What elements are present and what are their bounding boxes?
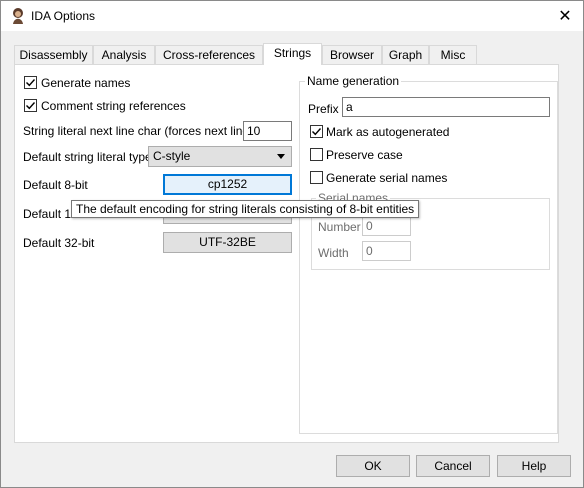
next-line-char-input[interactable]: 10 [243, 121, 292, 141]
generate-serial-names-label: Generate serial names [326, 171, 448, 185]
width-input[interactable]: 0 [362, 241, 411, 261]
cancel-button[interactable]: Cancel [416, 455, 490, 477]
close-icon[interactable]: ✕ [547, 1, 583, 31]
tab-browser[interactable]: Browser [322, 45, 382, 64]
default-8bit-encoding-button[interactable]: cp1252 [163, 174, 292, 195]
tab-graph[interactable]: Graph [382, 45, 429, 64]
next-line-char-label: String literal next line char (forces ne… [23, 124, 254, 138]
preserve-case-label: Preserve case [326, 148, 403, 162]
help-button[interactable]: Help [497, 455, 571, 477]
number-input[interactable]: 0 [362, 216, 411, 236]
generate-names-checkbox[interactable] [24, 76, 37, 89]
mark-autogenerated-checkbox[interactable] [310, 125, 323, 138]
ida-app-icon [9, 7, 27, 25]
width-label: Width [318, 246, 349, 260]
name-generation-title: Name generation [305, 74, 402, 88]
title-bar: IDA Options ✕ [1, 1, 583, 31]
tab-misc[interactable]: Misc [429, 45, 477, 64]
ok-button[interactable]: OK [336, 455, 410, 477]
comment-string-references-label: Comment string references [41, 99, 186, 113]
mark-autogenerated-label: Mark as autogenerated [326, 125, 450, 139]
default-32bit-encoding-button[interactable]: UTF-32BE [163, 232, 292, 253]
default-string-type-value: C-style [153, 149, 191, 163]
prefix-input[interactable]: a [342, 97, 550, 117]
comment-string-references-checkbox[interactable] [24, 99, 37, 112]
tab-strings[interactable]: Strings [263, 43, 322, 65]
ida-options-dialog: IDA Options ✕ Disassembly Analysis Cross… [0, 0, 584, 488]
tab-cross-references[interactable]: Cross-references [155, 45, 263, 64]
window-title: IDA Options [31, 9, 96, 23]
default-string-type-select[interactable]: C-style [148, 146, 292, 167]
preserve-case-checkbox[interactable] [310, 148, 323, 161]
chevron-down-icon [277, 154, 285, 159]
default-string-type-label: Default string literal type [23, 150, 152, 164]
generate-names-label: Generate names [41, 76, 131, 90]
default-8bit-label: Default 8-bit [23, 178, 88, 192]
encoding-tooltip: The default encoding for string literals… [71, 200, 420, 218]
tab-analysis[interactable]: Analysis [93, 45, 155, 64]
generate-serial-names-checkbox[interactable] [310, 171, 323, 184]
number-label: Number [318, 220, 361, 234]
prefix-label: Prefix [308, 102, 339, 116]
tab-disassembly[interactable]: Disassembly [14, 45, 93, 64]
default-32bit-label: Default 32-bit [23, 236, 95, 250]
